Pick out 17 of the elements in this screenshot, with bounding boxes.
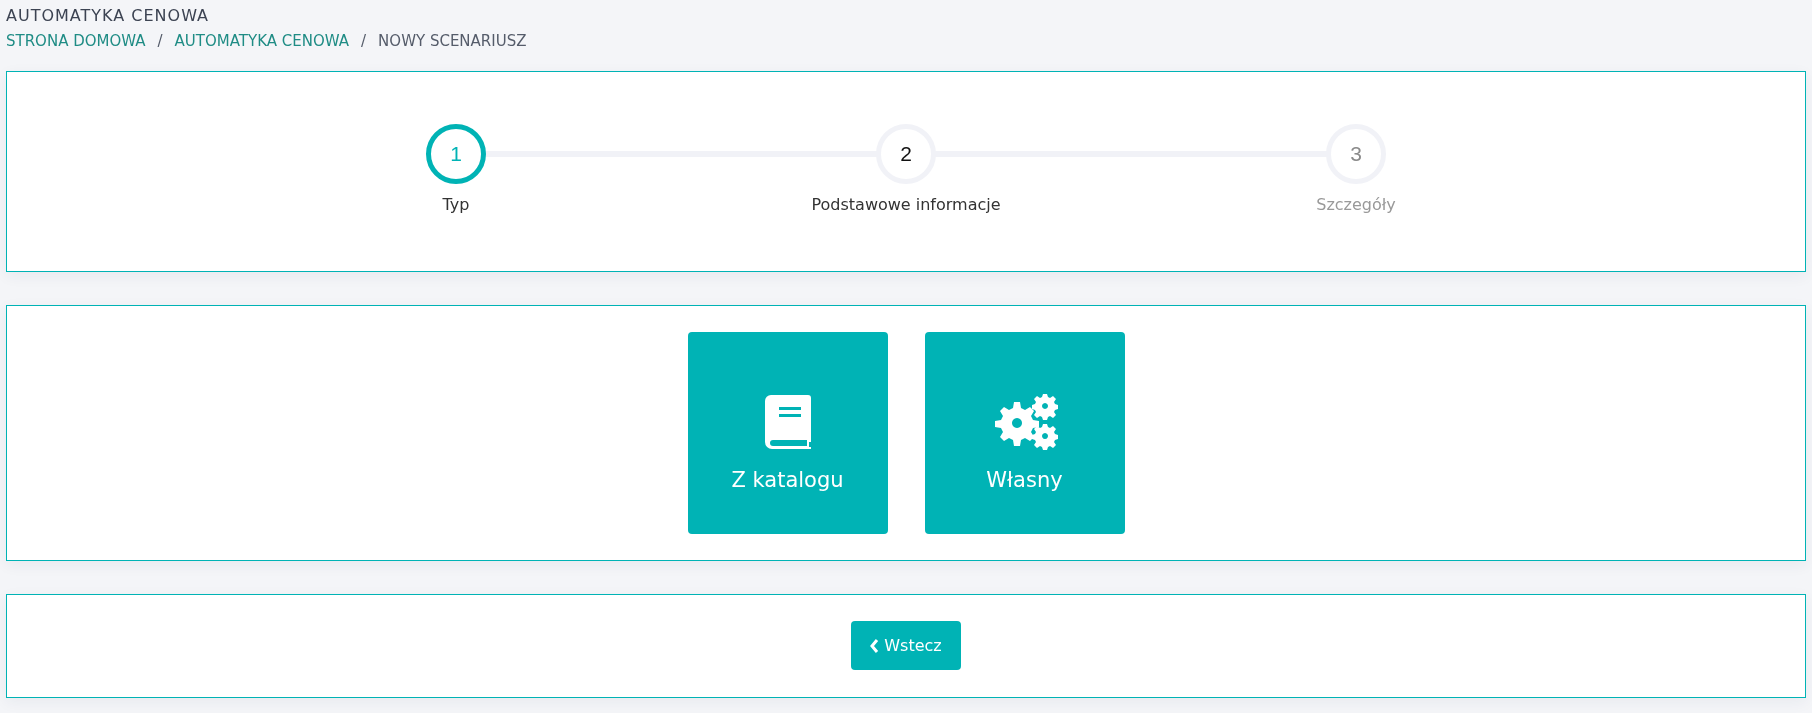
- step-circle: 1: [426, 124, 486, 184]
- step-label: Typ: [442, 195, 470, 214]
- step-circle: 2: [876, 124, 936, 184]
- step-circle: 3: [1326, 124, 1386, 184]
- back-button[interactable]: Wstecz: [851, 621, 961, 670]
- step-label: Podstawowe informacje: [811, 195, 1001, 214]
- breadcrumb-separator: /: [157, 31, 163, 51]
- step-label: Szczegóły: [1316, 195, 1396, 214]
- option-tile[interactable]: Z katalogu: [687, 332, 888, 534]
- book-icon: [764, 394, 811, 450]
- page-title: AUTOMATYKA CENOWA: [6, 8, 210, 24]
- chevron-left-icon: [870, 638, 880, 653]
- breadcrumb-link[interactable]: AUTOMATYKA CENOWA: [174, 31, 350, 51]
- breadcrumb-link[interactable]: STRONA DOMOWA: [6, 31, 146, 51]
- breadcrumb-current: NOWY SCENARIUSZ: [378, 31, 527, 51]
- option-tile[interactable]: Własny: [924, 332, 1125, 534]
- breadcrumb-separator: /: [361, 31, 367, 51]
